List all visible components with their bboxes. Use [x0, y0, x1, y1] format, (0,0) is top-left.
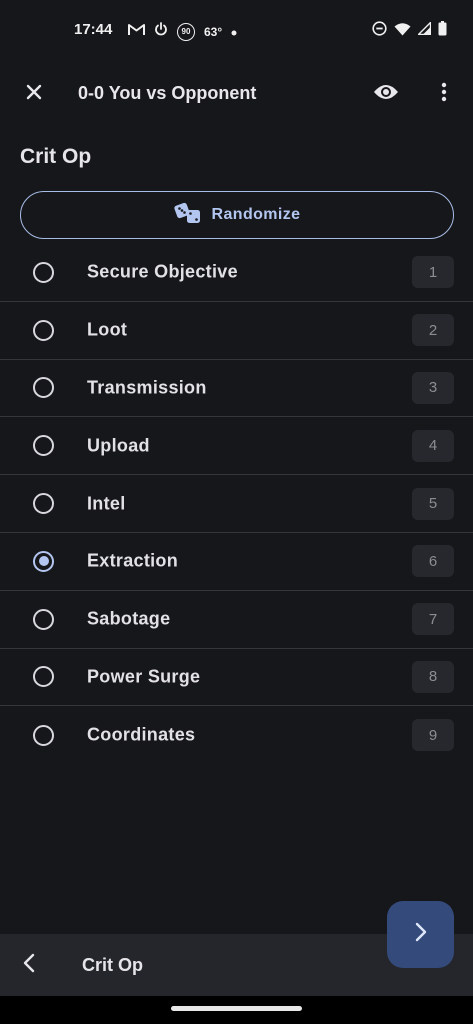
option-number: 6 [412, 545, 454, 578]
list-item[interactable]: Transmission 3 [0, 360, 473, 418]
option-number: 9 [412, 719, 454, 752]
option-label: Extraction [87, 550, 179, 571]
option-number: 4 [412, 429, 454, 462]
option-label: Secure Objective [87, 261, 238, 282]
option-number: 5 [412, 487, 454, 520]
system-nav-bar [0, 996, 473, 1024]
list-item[interactable]: Loot 2 [0, 302, 473, 360]
power-icon [154, 22, 168, 41]
list-item-selected[interactable]: Extraction 6 [0, 533, 473, 591]
radio-button[interactable] [33, 261, 54, 283]
option-number: 1 [412, 256, 454, 289]
close-button[interactable] [19, 79, 49, 109]
status-system-icons [372, 21, 447, 41]
option-number: 2 [412, 314, 454, 347]
app-bar: 0-0 You vs Opponent [0, 62, 473, 124]
status-time: 17:44 [74, 21, 113, 38]
list-item[interactable]: Power Surge 8 [0, 649, 473, 707]
do-not-disturb-icon [372, 21, 387, 41]
option-number: 8 [412, 660, 454, 693]
dot-icon [231, 23, 237, 41]
list-item[interactable]: Coordinates 9 [0, 706, 473, 764]
eye-icon [373, 83, 399, 106]
status-notification-icons: 90 63° [128, 22, 237, 41]
radio-button[interactable] [33, 319, 54, 341]
radio-button-checked[interactable] [33, 550, 54, 572]
back-button[interactable] [14, 950, 44, 980]
gmail-icon [128, 23, 145, 41]
option-number: 7 [412, 603, 454, 636]
page-title: Crit Op [20, 145, 92, 168]
chevron-right-icon [415, 922, 427, 947]
randomize-button[interactable]: Randomize [20, 191, 454, 239]
close-icon [26, 84, 42, 105]
list-item[interactable]: Intel 5 [0, 475, 473, 533]
radio-button[interactable] [33, 435, 54, 457]
badge-number: 90 [181, 27, 191, 36]
radio-button[interactable] [33, 666, 54, 688]
bottom-bar-title: Crit Op [82, 955, 143, 975]
option-label: Transmission [87, 377, 207, 398]
option-label: Power Surge [87, 666, 201, 687]
cell-signal-icon [417, 21, 432, 40]
match-title: 0-0 You vs Opponent [78, 83, 257, 103]
option-label: Coordinates [87, 724, 196, 745]
randomize-label: Randomize [211, 206, 301, 223]
radio-button[interactable] [33, 724, 54, 746]
option-label: Upload [87, 435, 150, 456]
wifi-icon [394, 22, 411, 41]
badge-90-icon: 90 [177, 22, 195, 41]
option-label: Intel [87, 493, 126, 514]
radio-button[interactable] [33, 493, 54, 515]
option-label: Loot [87, 319, 128, 340]
next-button[interactable] [387, 901, 454, 968]
radio-button[interactable] [33, 608, 54, 630]
battery-icon [438, 21, 447, 41]
option-label: Sabotage [87, 608, 171, 629]
list-item[interactable]: Sabotage 7 [0, 591, 473, 649]
more-vert-icon [441, 82, 447, 107]
more-options-button[interactable] [430, 79, 458, 109]
status-bar: 17:44 90 63° [0, 0, 473, 62]
crit-op-list: Secure Objective 1 Loot 2 Transmission 3… [0, 244, 473, 764]
dice-icon [173, 202, 202, 229]
view-button[interactable] [370, 79, 402, 109]
chevron-left-icon [23, 953, 35, 978]
radio-button[interactable] [33, 377, 54, 399]
status-temperature: 63° [204, 24, 223, 39]
option-number: 3 [412, 371, 454, 404]
list-item[interactable]: Secure Objective 1 [0, 244, 473, 302]
list-item[interactable]: Upload 4 [0, 417, 473, 476]
home-indicator[interactable] [171, 1006, 302, 1011]
